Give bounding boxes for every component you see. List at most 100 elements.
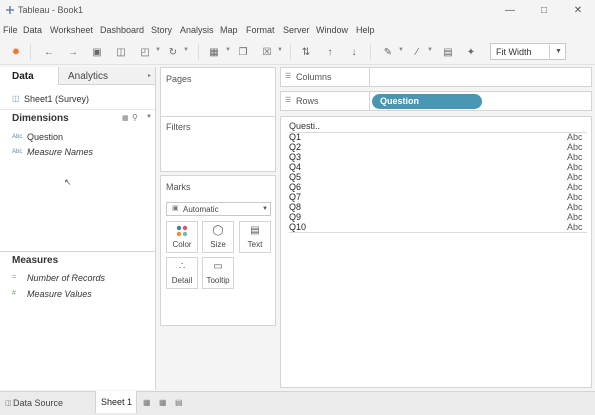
new-data-source-icon[interactable]: ◫ [114,45,128,59]
row-header[interactable]: Questi.. [289,121,320,131]
pin-icon[interactable]: ✦ [464,45,478,59]
menu-story[interactable]: Story [151,25,172,35]
row-label[interactable]: Q8 [289,202,301,212]
chevron-down-icon[interactable]: ▼ [225,47,231,53]
row-label[interactable]: Q6 [289,182,301,192]
chevron-down-icon[interactable]: ▼ [155,47,161,53]
row-value: Abc [567,152,583,162]
menu-file[interactable]: File [3,25,18,35]
measures-header: Measures [12,255,59,266]
dimensions-header: Dimensions [12,113,69,124]
new-story-icon[interactable]: ▤ [175,398,183,407]
tooltip-button[interactable]: ▭ Tooltip [202,257,234,289]
menu-window[interactable]: Window [316,25,348,35]
menu-analysis[interactable]: Analysis [180,25,214,35]
dimension-measure-names[interactable]: Measure Names [27,147,93,157]
mark-type-dropdown[interactable]: ▣ Automatic ▼ [166,202,271,216]
mark-type-label: Automatic [183,205,219,214]
row-label[interactable]: Q10 [289,222,306,232]
menu-help[interactable]: Help [356,25,375,35]
size-icon: ◯ [212,225,224,236]
filters-shelf[interactable]: Filters [160,116,276,172]
group-icon[interactable]: ⁄ [410,45,424,59]
question-pill[interactable]: Question [372,94,482,109]
menu-format[interactable]: Format [246,25,275,35]
tooltip-icon: ▭ [213,261,223,272]
show-cards-icon[interactable]: ▦ [207,45,221,59]
detail-button[interactable]: ∴ Detail [166,257,198,289]
row-label[interactable]: Q3 [289,152,301,162]
undo-icon[interactable]: ← [42,45,56,59]
minimize-button[interactable]: — [496,2,524,18]
data-source-tab[interactable]: ◫ Data Source [0,392,92,414]
fit-width-dropdown[interactable]: Fit Width ▼ [490,43,566,60]
redo-icon[interactable]: → [66,45,80,59]
new-worksheet-icon[interactable]: ◰ [138,45,152,59]
sheet-tab-bar: ◫ Data Source Sheet 1 ▦ ▦ ▤ [0,391,595,415]
search-icon[interactable]: ⚲ [132,113,138,122]
swap-icon[interactable]: ⇅ [299,45,313,59]
sort-ascending-icon[interactable]: ↑ [323,45,337,59]
tooltip-label: Tooltip [206,276,230,285]
row-value: Abc [567,182,583,192]
view-toggle-icon[interactable]: ▦ [122,114,129,122]
row-label[interactable]: Q7 [289,192,301,202]
new-worksheet-icon[interactable]: ▦ [143,398,151,407]
measure-number-of-records[interactable]: Number of Records [27,273,105,283]
new-dashboard-icon[interactable]: ▦ [159,398,167,407]
menu-map[interactable]: Map [220,25,238,35]
clear-sheet-icon[interactable]: ☒ [260,45,274,59]
tab-analytics[interactable]: Analytics ▸ [58,67,155,85]
rows-shelf[interactable]: ☰ Rows Question [280,91,592,111]
row-value: Abc [567,132,583,142]
chevron-down-icon[interactable]: ▼ [183,47,189,53]
dimension-question[interactable]: Question [27,132,63,142]
tab-data[interactable]: Data [0,67,58,85]
color-button[interactable]: Color [166,221,198,253]
detail-label: Detail [171,276,193,285]
row-label[interactable]: Q5 [289,172,301,182]
refresh-icon[interactable]: ↻ [166,45,180,59]
tab-analytics-label: Analytics [68,71,109,82]
datasource-name[interactable]: Sheet1 (Survey) [24,94,89,104]
highlight-icon[interactable]: ✎ [381,45,395,59]
sheet-1-tab[interactable]: Sheet 1 [95,391,137,413]
menu-server[interactable]: Server [283,25,310,35]
tableau-logo-icon [5,5,15,15]
chevron-down-icon[interactable]: ▼ [427,47,433,53]
row-label[interactable]: Q4 [289,162,301,172]
row-value: Abc [567,212,583,222]
chevron-down-icon[interactable]: ▼ [398,47,404,53]
menu-worksheet[interactable]: Worksheet [50,25,93,35]
pages-title: Pages [166,74,192,84]
row-value: Abc [567,202,583,212]
duplicate-icon[interactable]: ❐ [236,45,250,59]
row-label[interactable]: Q9 [289,212,301,222]
chevron-down-icon[interactable]: ▼ [277,47,283,53]
menu-dashboard[interactable]: Dashboard [100,25,144,35]
tableau-start-icon[interactable]: ✹ [9,45,23,59]
automatic-mark-icon: ▣ [172,205,179,212]
save-icon[interactable]: ▣ [90,45,104,59]
row-label[interactable]: Q1 [289,132,301,142]
sort-descending-icon[interactable]: ↓ [347,45,361,59]
marks-title: Marks [166,182,191,192]
maximize-button[interactable]: □ [530,2,558,18]
close-button[interactable]: ✕ [564,2,592,18]
chevron-down-icon[interactable]: ▼ [146,114,152,120]
measure-measure-values[interactable]: Measure Values [27,289,92,299]
columns-shelf[interactable]: ☰ Columns [280,67,592,87]
pages-shelf[interactable]: Pages [160,67,276,117]
size-button[interactable]: ◯ Size [202,221,234,253]
rows-icon: ☰ [285,97,292,104]
row-label[interactable]: Q2 [289,142,301,152]
row-value: Abc [567,142,583,152]
text-label: Text [247,240,263,249]
row-value: Abc [567,192,583,202]
menu-data[interactable]: Data [23,25,42,35]
text-button[interactable]: ▤ Text [239,221,271,253]
labels-icon[interactable]: ▤ [441,45,455,59]
pane-menu-icon[interactable]: ▸ [148,72,151,79]
string-field-icon: Abc [12,149,23,155]
size-label: Size [210,240,226,249]
